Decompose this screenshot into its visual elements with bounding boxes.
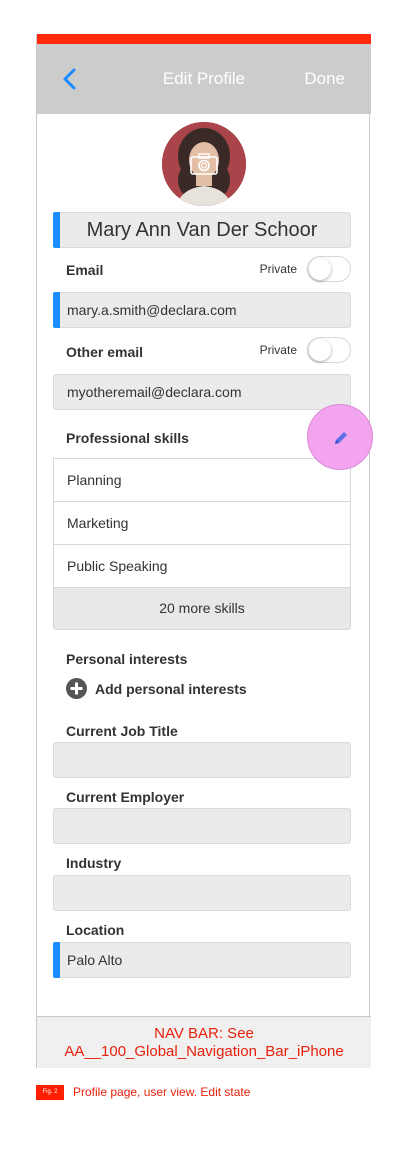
email-field[interactable]: mary.a.smith@declara.com	[53, 292, 351, 328]
chevron-left-icon	[63, 68, 76, 90]
figure-caption-text: Profile page, user view. Edit state	[73, 1085, 251, 1099]
nav-bar-note-line1: NAV BAR: See	[154, 1025, 254, 1042]
back-button[interactable]	[59, 67, 83, 91]
other-email-field[interactable]: myotheremail@declara.com	[53, 374, 351, 410]
job-title-field[interactable]	[53, 742, 351, 778]
email-label: Email	[66, 262, 104, 278]
industry-label: Industry	[66, 855, 122, 871]
other-email-private-label: Private	[259, 343, 297, 357]
name-value: Mary Ann Van Der Schoor	[86, 219, 318, 241]
toggle-knob	[309, 258, 331, 280]
other-email-label: Other email	[66, 344, 144, 360]
skills-list: Planning Marketing Public Speaking 20 mo…	[53, 458, 351, 630]
focus-indicator	[53, 292, 60, 328]
other-email-value: myotheremail@declara.com	[67, 384, 242, 400]
email-private-toggle[interactable]	[307, 256, 351, 282]
nav-bar-placeholder: NAV BAR: See AA__100_Global_Navigation_B…	[37, 1016, 371, 1068]
header-bar: Edit Profile Done	[37, 44, 371, 114]
email-value: mary.a.smith@declara.com	[67, 302, 237, 318]
other-email-private-toggle[interactable]	[307, 337, 351, 363]
nav-bar-note-line2: AA__100_Global_Navigation_Bar_iPhone	[64, 1043, 344, 1060]
more-skills-button[interactable]: 20 more skills	[53, 587, 351, 630]
location-value: Palo Alto	[67, 952, 123, 968]
camera-icon	[190, 153, 218, 175]
toggle-knob	[309, 339, 331, 361]
done-button[interactable]: Done	[304, 69, 345, 89]
name-field[interactable]: Mary Ann Van Der Schoor	[53, 212, 351, 248]
email-private-label: Private	[259, 262, 297, 276]
phone-frame: Edit Profile Done Mary Ann Van Der Schoo…	[36, 34, 373, 1068]
industry-field[interactable]	[53, 875, 351, 911]
list-item[interactable]: Marketing	[53, 501, 351, 544]
edit-skills-button[interactable]	[307, 404, 373, 470]
interests-label: Personal interests	[66, 651, 188, 667]
add-interests-label: Add personal interests	[95, 681, 247, 697]
avatar[interactable]	[162, 122, 246, 206]
location-label: Location	[66, 922, 125, 938]
list-item[interactable]: Public Speaking	[53, 544, 351, 587]
plus-circle-icon	[66, 678, 87, 699]
status-strip	[37, 34, 371, 44]
list-item[interactable]: Planning	[53, 458, 351, 501]
job-title-label: Current Job Title	[66, 723, 178, 739]
figure-tag: Fig. 2	[36, 1085, 64, 1100]
employer-label: Current Employer	[66, 789, 185, 805]
skills-label: Professional skills	[66, 430, 189, 446]
focus-indicator	[53, 942, 60, 978]
location-field[interactable]: Palo Alto	[53, 942, 351, 978]
pencil-icon	[335, 432, 347, 444]
focus-indicator	[53, 212, 60, 248]
employer-field[interactable]	[53, 808, 351, 844]
